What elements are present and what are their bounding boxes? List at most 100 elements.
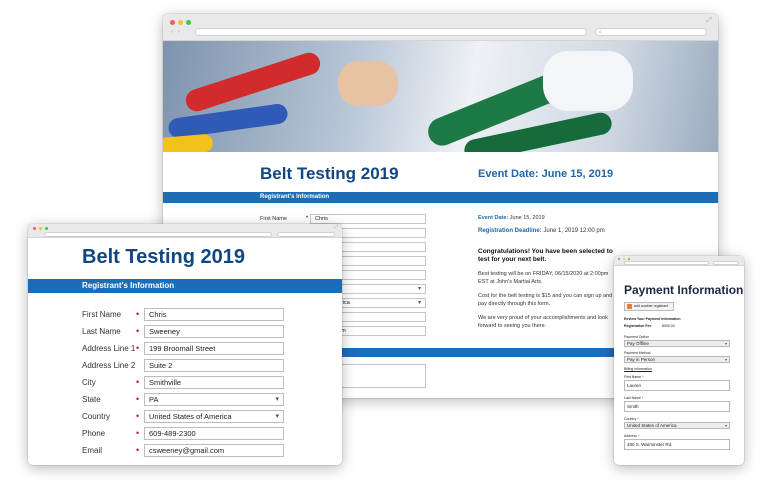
close-dot[interactable] bbox=[33, 227, 36, 230]
section-header-registrant: Registrant's Information bbox=[28, 279, 342, 293]
required-marker: • bbox=[136, 394, 140, 404]
browser-toolbar: ‹ › ⌕ ⤢ bbox=[163, 14, 718, 41]
email-label: Email bbox=[82, 446, 103, 455]
required-marker: • bbox=[136, 326, 140, 336]
chevron-down-icon: ▾ bbox=[275, 413, 279, 420]
first-name-label: First Name bbox=[82, 310, 122, 319]
last-name-field[interactable]: Sweeney bbox=[144, 325, 284, 338]
left-browser-window: ⤢ Belt Testing 2019 Registrant's Informa… bbox=[28, 224, 342, 465]
required-marker: • bbox=[136, 445, 140, 455]
first-name-label: First Name bbox=[260, 216, 287, 222]
minimize-dot[interactable] bbox=[39, 227, 42, 230]
payment-browser-window: Payment Information add another registra… bbox=[614, 256, 744, 465]
last-name-label: Last Name bbox=[82, 327, 121, 336]
expand-icon[interactable]: ⤢ bbox=[334, 224, 338, 230]
chevron-down-icon: ▾ bbox=[417, 286, 421, 292]
address-line-1-label: Address Line 1 bbox=[82, 344, 136, 353]
city-label: City bbox=[82, 378, 96, 387]
required-marker: • bbox=[306, 215, 309, 221]
address-field[interactable]: 330 S. Warminster Rd. bbox=[624, 439, 730, 450]
address-line-2-field[interactable]: Suite 2 bbox=[144, 359, 284, 372]
country-value: United States of America bbox=[627, 423, 677, 428]
state-label: State bbox=[82, 395, 101, 404]
fee-value: $000.00 bbox=[662, 324, 675, 328]
state-value: PA bbox=[149, 395, 159, 404]
state-select[interactable]: PA ▾ bbox=[144, 393, 284, 406]
required-asterisk: * bbox=[642, 375, 644, 379]
chevron-down-icon: ▾ bbox=[417, 300, 421, 306]
last-name-field[interactable]: Smith bbox=[624, 401, 730, 412]
search-bar[interactable]: ⌕ bbox=[595, 28, 707, 36]
minimize-dot[interactable] bbox=[178, 20, 183, 25]
hero-image bbox=[163, 41, 718, 152]
window-controls bbox=[618, 258, 630, 260]
last-name-label: Last Name * bbox=[624, 396, 644, 400]
phone-field[interactable]: 609-489-2300 bbox=[144, 427, 284, 440]
close-dot[interactable] bbox=[618, 258, 620, 260]
maximize-dot[interactable] bbox=[628, 258, 630, 260]
city-field[interactable]: Smithville bbox=[144, 376, 284, 389]
event-title: Belt Testing 2019 bbox=[260, 164, 399, 183]
chevron-down-icon: ▾ bbox=[275, 396, 279, 403]
browser-toolbar bbox=[614, 256, 744, 266]
chevron-down-icon: ▾ bbox=[724, 423, 727, 428]
info-paragraph-3: We are very proud of your accomplishment… bbox=[478, 315, 608, 329]
country-value: United States of America bbox=[149, 412, 232, 421]
required-marker: • bbox=[136, 309, 140, 319]
address-bar[interactable] bbox=[624, 261, 709, 265]
minimize-dot[interactable] bbox=[623, 258, 625, 260]
first-name-label: First Name * bbox=[624, 375, 644, 379]
required-asterisk: * bbox=[637, 417, 639, 421]
country-select[interactable]: United States of America ▾ bbox=[144, 410, 284, 423]
required-marker: • bbox=[136, 411, 140, 421]
payment-option-select[interactable]: Pay Offline ▾ bbox=[624, 340, 730, 347]
payment-method-select[interactable]: Pay in Person ▾ bbox=[624, 356, 730, 363]
payment-method-value: Pay in Person bbox=[627, 357, 656, 362]
browser-toolbar: ⤢ bbox=[28, 224, 342, 238]
fee-label: Registration Fee bbox=[624, 324, 652, 328]
nav-buttons[interactable]: ‹ › bbox=[171, 29, 182, 35]
maximize-dot[interactable] bbox=[186, 20, 191, 25]
chevron-down-icon: ▾ bbox=[724, 341, 727, 346]
required-marker: • bbox=[136, 377, 140, 387]
address-bar[interactable] bbox=[44, 232, 272, 237]
search-bar[interactable] bbox=[713, 261, 739, 265]
email-field[interactable]: csweeney@gmail.com bbox=[144, 444, 284, 457]
add-registrant-label: add another registrant bbox=[634, 304, 669, 308]
expand-icon[interactable]: ⤢ bbox=[706, 17, 712, 25]
payment-option-label: Payment Option bbox=[624, 335, 650, 339]
country-label: Country * bbox=[624, 417, 639, 421]
country-select[interactable]: United States of America ▾ bbox=[624, 422, 730, 429]
section-header-registrant: Registrant's Information bbox=[163, 192, 718, 203]
required-marker: • bbox=[136, 343, 140, 353]
billing-information-link[interactable]: Billing Information bbox=[624, 367, 652, 371]
event-title: Belt Testing 2019 bbox=[82, 246, 246, 268]
review-heading: Review Your Payment Information bbox=[624, 317, 681, 321]
payment-option-value: Pay Offline bbox=[627, 341, 649, 346]
first-name-field[interactable]: Chris bbox=[310, 214, 426, 224]
first-name-field[interactable]: Chris bbox=[144, 308, 284, 321]
required-asterisk: * bbox=[641, 396, 644, 400]
maximize-dot[interactable] bbox=[45, 227, 48, 230]
chevron-down-icon: ▾ bbox=[724, 357, 727, 362]
window-controls bbox=[33, 227, 48, 230]
required-asterisk: * bbox=[637, 434, 640, 438]
user-icon bbox=[627, 304, 632, 309]
add-registrant-button[interactable]: add another registrant bbox=[624, 302, 674, 311]
address-line-2-label: Address Line 2 bbox=[82, 361, 136, 370]
close-dot[interactable] bbox=[170, 20, 175, 25]
info-paragraph-1: Best testing will be on FRIDAY, 06/15/20… bbox=[478, 271, 609, 285]
first-name-field[interactable]: Lauren bbox=[624, 380, 730, 391]
required-marker: • bbox=[136, 428, 140, 438]
address-bar[interactable] bbox=[195, 28, 587, 36]
registration-deadline: Registration Deadline: June 1, 2019 12:0… bbox=[478, 228, 605, 234]
phone-label: Phone bbox=[82, 429, 106, 438]
search-bar[interactable] bbox=[277, 232, 335, 237]
congrats-message: Congratulations! You have been selected … bbox=[478, 248, 613, 263]
event-date-info: Event Date: June 15, 2019 bbox=[478, 215, 545, 221]
address-line-1-field[interactable]: 199 Broomall Street bbox=[144, 342, 284, 355]
payment-method-label: Payment Method bbox=[624, 351, 651, 355]
country-label: Country bbox=[82, 412, 111, 421]
address-label: Address * bbox=[624, 434, 640, 438]
info-paragraph-2: Cost for the belt testing is $15 and you… bbox=[478, 293, 613, 307]
